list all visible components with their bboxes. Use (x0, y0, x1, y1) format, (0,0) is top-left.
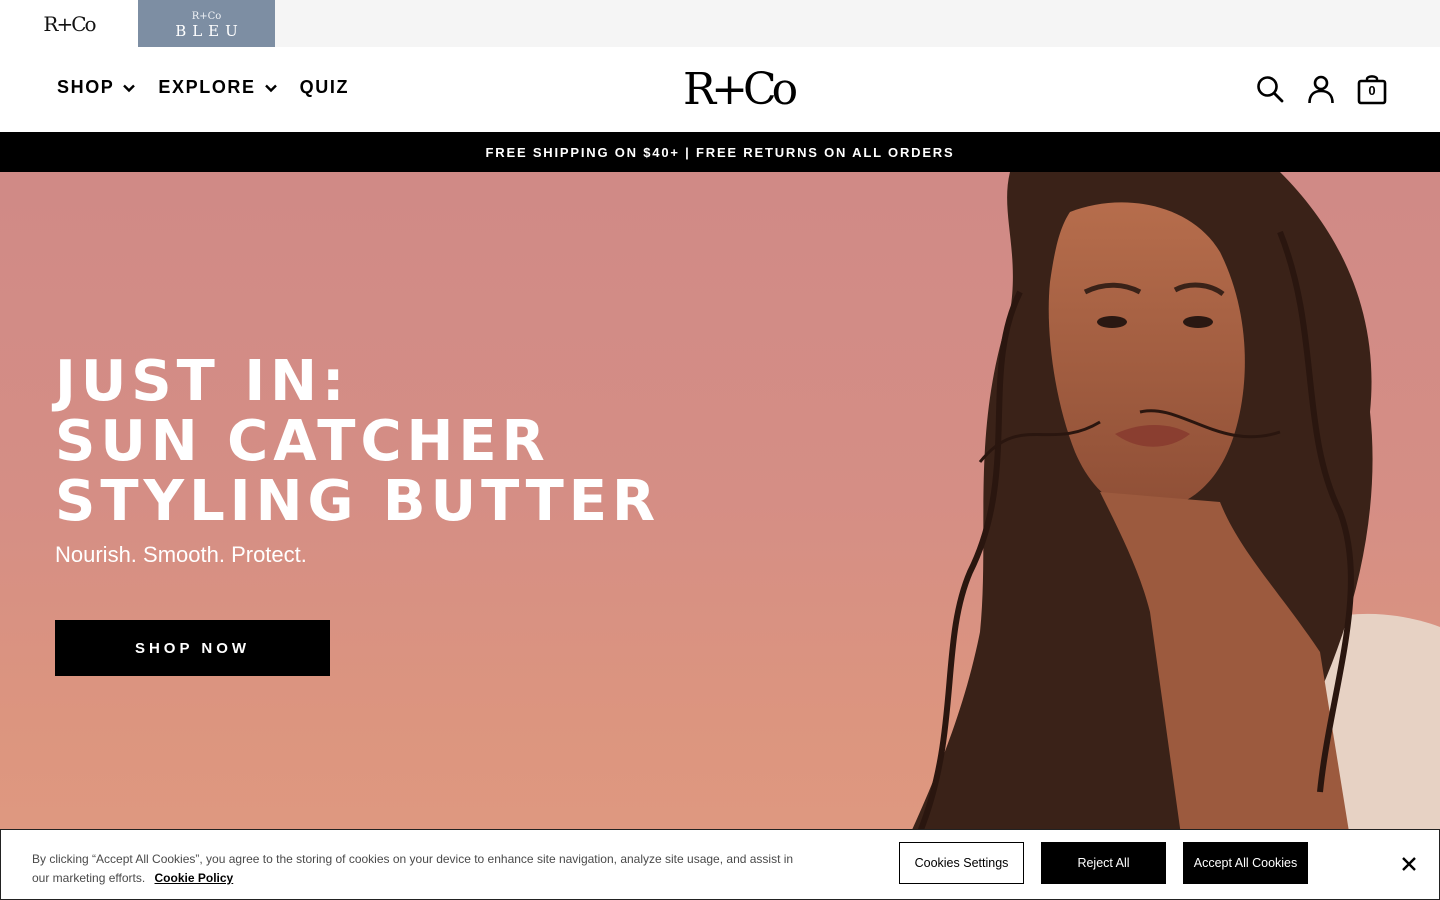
chevron-down-icon (264, 84, 277, 92)
hero-model-image (880, 172, 1440, 900)
search-icon (1257, 76, 1284, 103)
nav-explore[interactable]: EXPLORE (158, 77, 277, 98)
brand-tab-rco[interactable]: R+Co (0, 0, 138, 47)
account-button[interactable] (1305, 72, 1337, 106)
cookie-banner: By clicking “Accept All Cookies”, you ag… (0, 829, 1440, 900)
header-actions: 0 (1235, 72, 1388, 106)
close-icon[interactable] (1397, 852, 1421, 876)
cookie-text: By clicking “Accept All Cookies”, you ag… (32, 852, 794, 885)
reject-all-button[interactable]: Reject All (1041, 842, 1166, 884)
accept-all-cookies-button[interactable]: Accept All Cookies (1183, 842, 1308, 884)
search-button[interactable] (1254, 72, 1286, 106)
cart-count: 0 (1368, 83, 1376, 98)
cookie-policy-link[interactable]: Cookie Policy (155, 871, 234, 885)
brand-tab-bleu[interactable]: R+Co BLEU (138, 0, 275, 47)
rco-brand-logo: R+Co (43, 11, 96, 36)
nav-shop[interactable]: SHOP (57, 77, 136, 98)
hero-title-line: JUST IN: (55, 349, 350, 414)
hero-banner: JUST IN: SUN CATCHER STYLING BUTTER Nour… (0, 172, 1440, 900)
hero-title-line: SUN CATCHER (55, 409, 550, 474)
nav-explore-label: EXPLORE (158, 77, 256, 97)
nav-shop-label: SHOP (57, 77, 115, 97)
hero-title-line: STYLING BUTTER (55, 469, 661, 534)
bleu-brand-mark: R+Co (191, 10, 222, 22)
nav-quiz[interactable]: QUIZ (300, 77, 349, 98)
hero-subtitle: Nourish. Smooth. Protect. (55, 542, 307, 567)
site-logo[interactable]: R+Co (683, 65, 798, 115)
nav-quiz-label: QUIZ (299, 77, 350, 97)
main-nav: SHOP EXPLORE QUIZ (57, 77, 371, 98)
shop-now-button[interactable]: SHOP NOW (55, 620, 330, 676)
cookie-message: By clicking “Accept All Cookies”, you ag… (32, 850, 812, 888)
announcement-bar: FREE SHIPPING ON $40+ | FREE RETURNS ON … (0, 132, 1440, 172)
hero-title: JUST IN: SUN CATCHER STYLING BUTTER (55, 352, 660, 532)
site-header: SHOP EXPLORE QUIZ R+Co 0 (0, 47, 1440, 132)
cart-button[interactable]: 0 (1356, 72, 1388, 106)
account-icon (1308, 75, 1334, 104)
bleu-brand-logo: BLEU (175, 21, 244, 40)
chevron-down-icon (123, 84, 136, 92)
brand-switcher: R+Co R+Co BLEU (0, 0, 1440, 47)
cookies-settings-button[interactable]: Cookies Settings (899, 842, 1024, 884)
